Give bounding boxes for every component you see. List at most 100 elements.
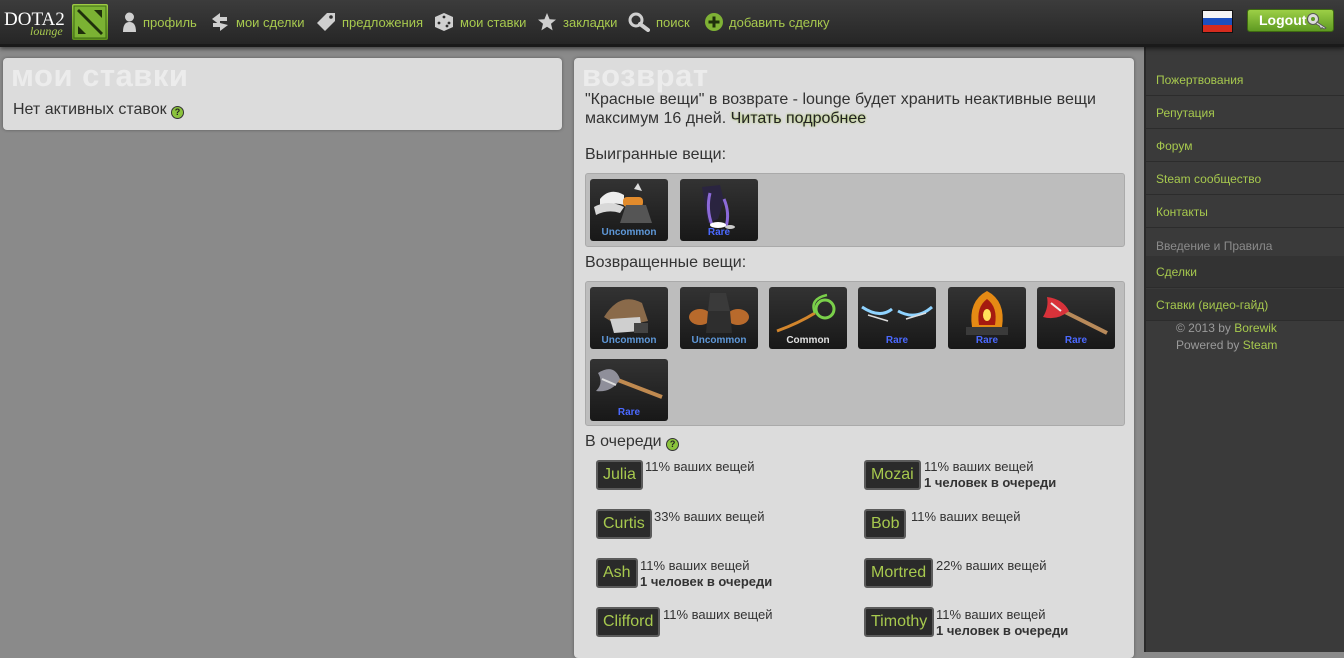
rarity-label: Rare — [885, 335, 909, 346]
nav-my-bets-label: мои ставки — [460, 14, 527, 30]
sidebar-item-reputation[interactable]: Репутация — [1146, 97, 1344, 129]
queue-share: 11% ваших вещей — [936, 607, 1046, 622]
queue-user-info: 11% ваших вещей 1 человек в очереди — [936, 607, 1068, 639]
russia-flag[interactable] — [1202, 10, 1233, 33]
queue-user-button[interactable]: Clifford — [596, 607, 661, 637]
rarity-label: Uncommon — [601, 227, 657, 238]
nav-my-trades-label: мои сделки — [236, 14, 305, 30]
queue-user-info: 33% ваших вещей — [654, 509, 764, 525]
nav-search-label: поиск — [656, 14, 690, 30]
no-active-bets-row: Нет активных ставок ? — [13, 101, 185, 119]
queue-user-info: 11% ваших вещей 1 человек в очереди — [640, 558, 772, 590]
help-icon[interactable]: ? — [171, 106, 185, 119]
queue-label: В очереди — [585, 433, 662, 450]
item-slot[interactable]: Rare — [948, 287, 1026, 349]
item-slot[interactable]: Rare — [590, 359, 668, 421]
nav-bookmarks-label: закладки — [563, 14, 618, 30]
returns-description-block: "Красные вещи" в возврате - lounge будет… — [585, 90, 1105, 128]
sidebar-item-bets-video-guide[interactable]: Ставки (видео-гайд) — [1146, 289, 1344, 321]
dice-icon — [435, 13, 453, 31]
rarity-label: Common — [786, 335, 830, 346]
nav-add-trade[interactable]: добавить сделку — [705, 0, 830, 44]
queue-share: 11% ваших вещей — [645, 459, 755, 474]
returns-title: возврат — [582, 58, 709, 93]
nav-profile-label: профиль — [143, 14, 197, 30]
returned-items-label: Возвращенные вещи: — [585, 254, 747, 271]
sidebar-item-contacts[interactable]: Контакты — [1146, 196, 1344, 228]
item-slot[interactable]: Rare — [858, 287, 936, 349]
returned-items-box: Uncommon Uncommon Common Rare Rare Rare … — [585, 281, 1125, 426]
top-navigation-bar: DOTA2 lounge профиль мои сделки предложе… — [0, 0, 1344, 47]
queue-user-button[interactable]: Ash — [596, 558, 638, 588]
rarity-label: Rare — [1064, 335, 1088, 346]
logout-label: Logout — [1259, 12, 1307, 28]
nav-bookmarks[interactable]: закладки — [537, 0, 617, 44]
sidebar-item-donations[interactable]: Пожертвования — [1146, 64, 1344, 96]
footer-steam-link[interactable]: Steam — [1243, 338, 1278, 352]
queue-note: 1 человек в очереди — [640, 574, 773, 589]
tag-icon — [317, 13, 335, 31]
footer-author-link[interactable]: Borewik — [1234, 321, 1277, 335]
help-icon[interactable]: ? — [666, 438, 680, 451]
queue-user-button[interactable]: Bob — [864, 509, 907, 539]
queue-user-button[interactable]: Curtis — [596, 509, 652, 539]
queue-user-button[interactable]: Mortred — [864, 558, 934, 588]
queue-user-info: 22% ваших вещей — [936, 558, 1046, 574]
queue-user-button[interactable]: Timothy — [864, 607, 935, 637]
rarity-label: Uncommon — [601, 335, 657, 346]
queue-user-info: 11% ваших вещей — [645, 459, 755, 475]
queue-note: 1 человек в очереди — [936, 623, 1069, 638]
queue-user-button[interactable]: Julia — [596, 460, 643, 490]
right-sidebar: Пожертвования Репутация Форум Steam сооб… — [1144, 47, 1344, 652]
queue-share: 22% ваших вещей — [936, 558, 1047, 573]
queue-user-button[interactable]: Mozai — [864, 460, 921, 490]
nav-my-trades[interactable]: мои сделки — [210, 0, 304, 44]
nav-my-bets[interactable]: мои ставки — [434, 0, 526, 44]
trades-icon — [212, 13, 228, 31]
no-active-bets-text: Нет активных ставок — [13, 101, 167, 118]
key-icon — [1307, 13, 1327, 30]
my-bets-panel: мои ставки Нет активных ставок ? — [3, 58, 562, 130]
plus-icon — [705, 13, 723, 31]
queue-user-info: 11% ваших вещей 1 человек в очереди — [924, 459, 1056, 491]
nav-profile[interactable]: профиль — [122, 0, 197, 44]
rarity-label: Rare — [975, 335, 999, 346]
rarity-label: Rare — [617, 407, 641, 418]
queue-user-info: 11% ваших вещей — [911, 509, 1021, 525]
queue-share: 11% ваших вещей — [924, 459, 1034, 474]
item-slot[interactable]: Rare — [1037, 287, 1115, 349]
queue-share: 11% ваших вещей — [911, 509, 1021, 524]
sidebar-item-trades-guide[interactable]: Сделки — [1146, 256, 1344, 288]
rarity-label: Rare — [707, 227, 731, 238]
sidebar-footer: © 2013 by Borewik Powered by Steam — [1176, 320, 1277, 354]
footer-powered: Powered by — [1176, 338, 1240, 352]
returns-panel: возврат "Красные вещи" в возврате - loun… — [574, 58, 1134, 658]
sidebar-item-forum[interactable]: Форум — [1146, 130, 1344, 162]
footer-copyright: © 2013 by — [1176, 321, 1231, 335]
item-slot[interactable]: Uncommon — [680, 287, 758, 349]
won-items-box: Uncommon Rare — [585, 173, 1125, 247]
profile-icon — [123, 12, 136, 32]
item-slot[interactable]: Rare — [680, 179, 758, 241]
queue-share: 11% ваших вещей — [663, 607, 773, 622]
won-items-label: Выигранные вещи: — [585, 146, 727, 163]
item-slot[interactable]: Common — [769, 287, 847, 349]
item-slot[interactable]: Uncommon — [590, 287, 668, 349]
item-slot[interactable]: Uncommon — [590, 179, 668, 241]
queue-note: 1 человек в очереди — [924, 475, 1057, 490]
rarity-label: Uncommon — [691, 335, 747, 346]
my-bets-title: мои ставки — [11, 58, 189, 93]
read-more-link[interactable]: Читать подробнее — [731, 110, 867, 127]
nav-offers[interactable]: предложения — [316, 0, 423, 44]
site-logo[interactable]: DOTA2 lounge — [4, 4, 110, 40]
search-icon — [628, 12, 650, 32]
sidebar-item-steam-community[interactable]: Steam сообщество — [1146, 163, 1344, 195]
logout-button[interactable]: Logout — [1247, 9, 1334, 32]
nav-offers-label: предложения — [342, 14, 424, 30]
dota-emblem-icon — [72, 4, 108, 40]
sidebar-section-title: Введение и Правила — [1156, 239, 1273, 253]
queue-heading: В очереди ? — [585, 433, 680, 451]
nav-search[interactable]: поиск — [628, 0, 690, 44]
queue-share: 11% ваших вещей — [640, 558, 750, 573]
star-icon — [538, 13, 556, 31]
